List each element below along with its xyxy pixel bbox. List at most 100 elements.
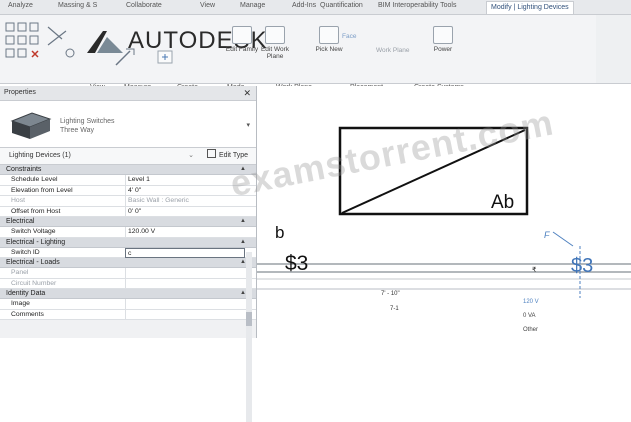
properties-scrollbar[interactable] [246, 252, 252, 422]
property-row: Switch Voltage 120.00 V [0, 227, 256, 238]
dimension-subtext: 7-1 [390, 306, 399, 312]
ribbon-button-label: Edit Family [225, 46, 259, 53]
power-icon [433, 26, 453, 44]
ribbon-button[interactable]: Power [426, 26, 460, 53]
property-section-header[interactable]: Electrical ▲ [0, 217, 256, 227]
pick-new-icon [319, 26, 339, 44]
switch-id-input[interactable]: c [125, 247, 245, 258]
property-key: Circuit Number [11, 279, 57, 287]
load-label: 0 VA [523, 313, 536, 319]
ribbon-tab[interactable]: View [200, 2, 215, 9]
box-label: Ab [491, 192, 514, 213]
property-value [125, 268, 244, 278]
edit-family-icon [232, 26, 252, 44]
modify-tools-icon-group[interactable] [4, 21, 84, 65]
ribbon-button-label: Work Plane [376, 47, 410, 54]
property-section-title: Electrical - Lighting [6, 238, 66, 246]
property-section-header[interactable]: Constraints ▲ [0, 165, 256, 175]
property-row: Image [0, 299, 256, 310]
property-row: Panel [0, 268, 256, 279]
property-key: Comments [11, 310, 44, 318]
ribbon-tab[interactable]: Manage [240, 2, 265, 9]
property-key: Switch ID [11, 248, 40, 256]
edit-type-icon [206, 149, 216, 158]
switch-marker: ₹ [532, 266, 537, 274]
dimension-text[interactable]: 7' - 10" [381, 291, 400, 297]
lighting-switch-thumbnail-icon [10, 112, 52, 139]
property-row: Comments [0, 309, 256, 320]
property-key: Image [11, 300, 30, 307]
property-section-title: Constraints [6, 166, 42, 173]
chevron-down-icon[interactable]: ⌄ [188, 148, 194, 164]
collapse-icon[interactable]: ▲ [240, 238, 246, 247]
switch-symbol-selected[interactable]: $3 [571, 255, 593, 277]
ribbon: AUTODESK Edit Family Edit Work Plane Pick … [0, 15, 631, 91]
property-section-title: Electrical [6, 218, 35, 225]
ribbon-tab[interactable]: Massing & S [58, 2, 97, 9]
ribbon-button[interactable]: Pick New [312, 26, 346, 53]
property-key: Elevation from Level [11, 186, 73, 194]
property-key: Switch Voltage [11, 228, 56, 235]
ribbon-button[interactable]: Edit Work Plane [258, 26, 292, 60]
selection-leader-line [552, 231, 574, 247]
property-key: Offset from Host [11, 207, 61, 215]
ribbon-tab[interactable]: Modify | Lighting Devices [486, 1, 574, 14]
edit-type-label: Edit Type [218, 152, 248, 159]
property-value: Basic Wall : Generic [125, 196, 244, 206]
measure-tools-icon-group[interactable] [112, 45, 192, 69]
properties-grid: Constraints ▲ Schedule Level Level 1 Elevati… [0, 165, 256, 320]
property-section-header[interactable]: Electrical - Lighting ▲ [0, 237, 256, 248]
property-value[interactable]: Level 1 [125, 175, 244, 185]
property-row: Host Basic Wall : Generic [0, 196, 256, 207]
property-row: Switch ID c [0, 247, 256, 258]
property-value[interactable]: 4' 0" [125, 185, 244, 195]
ribbon-button[interactable]: Face [342, 33, 392, 40]
switch-tag-b[interactable]: b [275, 223, 284, 242]
properties-header: Properties ✕ [0, 86, 256, 101]
property-key: Schedule Level [11, 176, 58, 183]
property-row: Offset from Host 0' 0" [0, 206, 256, 217]
type-label: Other [523, 327, 538, 333]
property-section-header[interactable]: Identity Data ▲ [0, 289, 256, 299]
property-value[interactable] [125, 309, 244, 319]
properties-title: Properties [4, 89, 36, 96]
ribbon-tab[interactable]: Add-Ins [292, 2, 316, 9]
property-row: Circuit Number [0, 278, 256, 289]
type-name: Lighting Switches [60, 118, 115, 125]
property-value [125, 278, 244, 288]
property-row: Elevation from Level 4' 0" [0, 185, 256, 196]
ribbon-tab[interactable]: BIM Interoperability Tools [378, 2, 456, 9]
switch-symbol-left[interactable]: $3 [285, 252, 308, 275]
property-section-title: Electrical - Loads [6, 259, 60, 266]
property-section-title: Identity Data [6, 290, 46, 297]
ribbon-tab[interactable]: Collaborate [126, 2, 162, 9]
ribbon-right-area [596, 15, 631, 83]
switch-tag-small[interactable]: F [544, 230, 550, 240]
property-key: Host [11, 197, 25, 204]
chevron-down-icon[interactable]: ▾ [246, 121, 250, 129]
ribbon-button[interactable]: Work Plane [376, 47, 426, 54]
property-value[interactable]: 120.00 V [125, 227, 244, 237]
ribbon-button[interactable]: Edit Family [225, 26, 259, 53]
instance-filter-select[interactable]: Lighting Devices (1) [9, 152, 71, 159]
edit-work-plane-icon [265, 26, 285, 44]
instance-filter-row: Lighting Devices (1) ⌄ Edit Type [0, 148, 256, 165]
ribbon-button-label: Face [342, 33, 357, 40]
property-value[interactable]: 0' 0" [125, 206, 244, 216]
ribbon-tab[interactable]: Analyze [8, 2, 33, 9]
type-selector[interactable]: Lighting Switches Three Way ▾ [0, 101, 256, 148]
type-subname: Three Way [60, 127, 94, 134]
collapse-icon[interactable]: ▲ [240, 217, 246, 226]
property-value[interactable] [125, 299, 244, 309]
properties-palette: Properties ✕ Lighting Switches Three Way… [0, 86, 257, 422]
ribbon-button-label: Pick New [315, 46, 343, 53]
ribbon-tab[interactable]: Quantification [320, 2, 363, 9]
ribbon-tab-bar: Analyze Massing & S Collaborate View Manage A… [0, 0, 631, 15]
property-key: Panel [11, 269, 29, 276]
scrollbar-thumb[interactable] [246, 312, 252, 326]
property-row: Schedule Level Level 1 [0, 175, 256, 186]
ribbon-button-label: Power [433, 46, 453, 53]
property-section-header[interactable]: Electrical - Loads ▲ [0, 258, 256, 268]
close-icon[interactable]: ✕ [243, 86, 251, 100]
voltage-label: 120 V [523, 299, 539, 305]
